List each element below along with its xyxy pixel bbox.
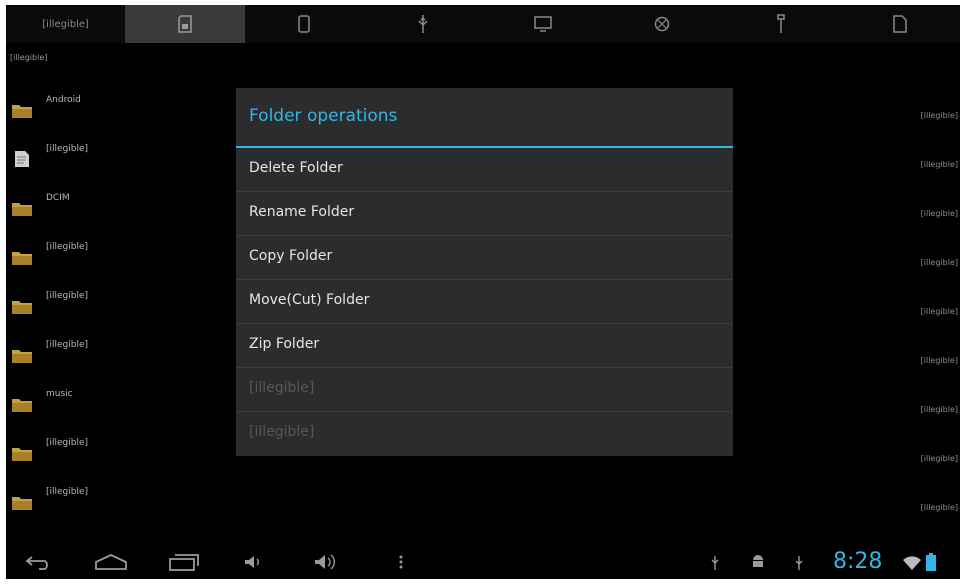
file-info: [illegible] <box>920 454 958 463</box>
usb-debug-icon <box>711 556 719 570</box>
top-tab-bar: [illegible] <box>6 5 960 43</box>
file-name: [illegible] <box>46 487 89 497</box>
tablet-screen: [illegible] [illegible] Android [illegibl… <box>6 5 960 579</box>
zip-folder-option[interactable]: Zip Folder <box>236 324 733 368</box>
file-info: [illegible] <box>920 258 958 267</box>
file-info: [illegible] <box>920 356 958 365</box>
file-name: [illegible] <box>46 144 89 154</box>
file-info: [illegible] <box>920 405 958 414</box>
file-name: music <box>46 389 73 399</box>
file-name: DCIM <box>46 193 70 203</box>
tab-phone[interactable] <box>245 5 364 43</box>
disabled-option-1-label: [illegible] <box>249 380 315 396</box>
file-name: [illegible] <box>46 340 89 350</box>
usb-icon <box>418 15 428 33</box>
file-name: [illegible] <box>46 438 89 448</box>
home-icon[interactable] <box>94 553 128 571</box>
text-file-icon <box>15 151 29 167</box>
move-folder-label: Move(Cut) Folder <box>249 292 370 308</box>
tab-usb[interactable] <box>364 5 483 43</box>
folder-operations-dialog: Folder operations Delete Folder Rename F… <box>236 88 733 456</box>
move-folder-option[interactable]: Move(Cut) Folder <box>236 280 733 324</box>
folder-icon <box>12 105 32 118</box>
sdcard-icon <box>178 15 192 33</box>
status-clock: 8:28 <box>833 549 883 574</box>
file-info: [illegible] <box>920 209 958 218</box>
zip-folder-label: Zip Folder <box>249 336 320 352</box>
usb-icon <box>795 556 803 570</box>
tab-home-label: [illegible] <box>42 18 89 30</box>
monitor-icon <box>533 16 552 32</box>
tab-document[interactable] <box>841 5 960 43</box>
disabled-option-2-label: [illegible] <box>249 424 315 440</box>
tab-home[interactable]: [illegible] <box>6 5 125 43</box>
tab-wrench[interactable] <box>722 5 841 43</box>
document-icon <box>893 15 908 33</box>
android-icon <box>753 555 763 567</box>
folder-icon <box>12 497 32 510</box>
disabled-option-2: [illegible] <box>236 412 733 456</box>
back-icon[interactable] <box>24 554 54 570</box>
system-navigation-bar: 8:28 <box>6 545 960 579</box>
rename-folder-label: Rename Folder <box>249 204 355 220</box>
file-info: [illegible] <box>920 503 958 512</box>
file-info: [illegible] <box>920 160 958 169</box>
phone-icon <box>298 15 310 33</box>
file-name: Android <box>46 95 81 105</box>
battery-icon <box>926 553 936 571</box>
volume-up-icon[interactable] <box>314 553 338 571</box>
file-name: [illegible] <box>46 291 89 301</box>
file-info: [illegible] <box>920 111 958 120</box>
current-path: [illegible] <box>10 53 48 62</box>
list-item[interactable]: [illegible] [illegible] <box>6 477 960 526</box>
globe-icon <box>654 16 670 32</box>
tab-globe[interactable] <box>602 5 721 43</box>
menu-icon[interactable] <box>398 554 404 570</box>
folder-icon <box>12 301 32 314</box>
folder-icon <box>12 350 32 363</box>
tab-sdcard[interactable] <box>125 5 245 43</box>
folder-icon <box>12 203 32 216</box>
wifi-icon <box>903 556 921 570</box>
wrench-icon <box>777 14 785 33</box>
folder-icon <box>12 399 32 412</box>
file-info: [illegible] <box>920 307 958 316</box>
rename-folder-option[interactable]: Rename Folder <box>236 192 733 236</box>
copy-folder-option[interactable]: Copy Folder <box>236 236 733 280</box>
tab-monitor[interactable] <box>483 5 602 43</box>
copy-folder-label: Copy Folder <box>249 248 333 264</box>
delete-folder-label: Delete Folder <box>249 160 343 176</box>
disabled-option-1: [illegible] <box>236 368 733 412</box>
folder-icon <box>12 252 32 265</box>
recent-apps-icon[interactable] <box>168 553 200 571</box>
delete-folder-option[interactable]: Delete Folder <box>236 148 733 192</box>
file-name: [illegible] <box>46 242 89 252</box>
volume-down-icon[interactable] <box>244 555 262 569</box>
dialog-title: Folder operations <box>249 106 398 126</box>
folder-icon <box>12 448 32 461</box>
